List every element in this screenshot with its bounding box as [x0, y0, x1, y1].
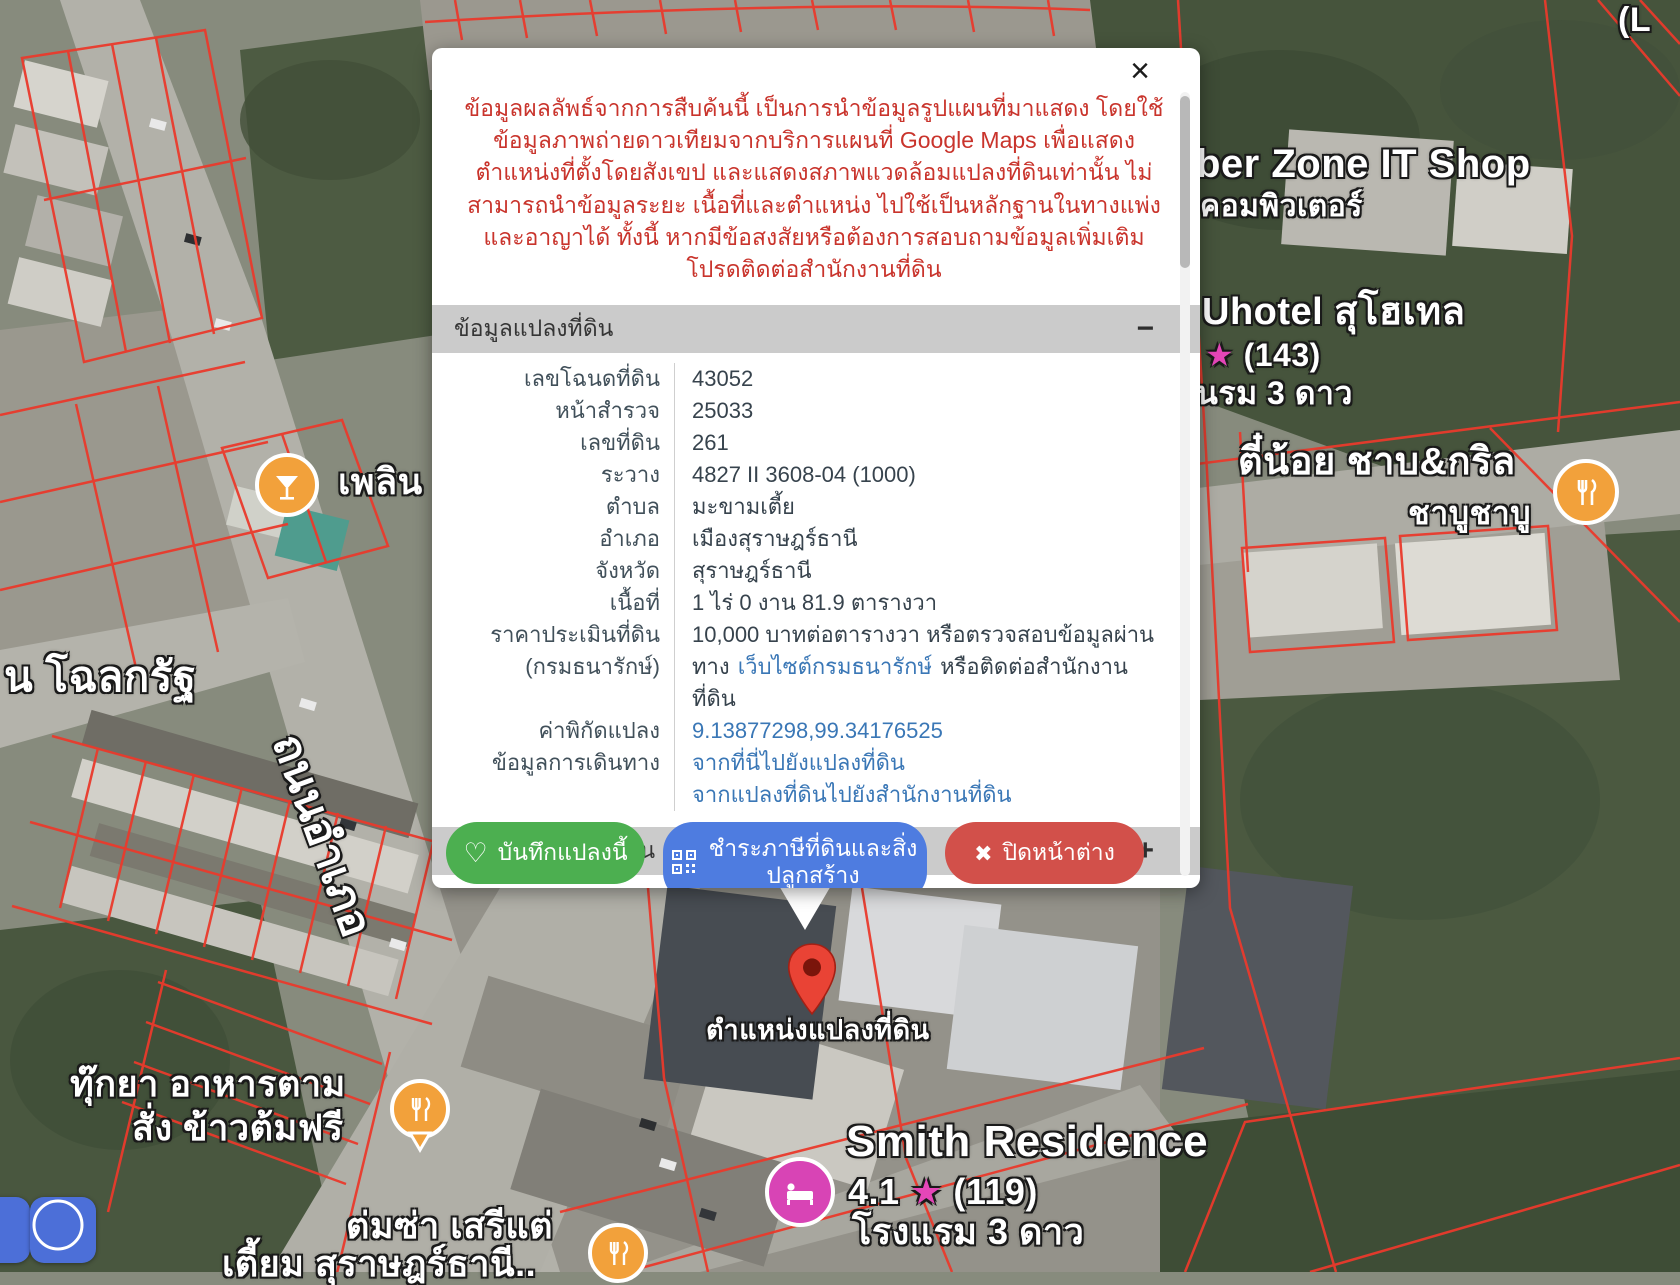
treasury-website-link[interactable]: เว็บไซต์กรมธนารักษ์	[738, 654, 932, 679]
table-row: ค่าพิกัดแปลง 9.13877298,99.34176525	[432, 715, 1156, 747]
table-row: ตำบล มะขามเตี้ย	[432, 491, 1156, 523]
field-value: 10,000 บาทต่อตารางวา หรือตรวจสอบข้อมูลผ่…	[674, 619, 1156, 715]
field-label: อำเภอ	[432, 523, 674, 555]
qr-code-icon	[671, 849, 697, 875]
map-label-chonlokrat-road: น โฉลกรัฐ	[4, 654, 196, 700]
directions-to-land-office-link[interactable]: จากแปลงที่ดินไปยังสำนักงานที่ดิน	[692, 779, 1156, 811]
map-label-smith-rating: 4.1 ★ (119)	[848, 1172, 1038, 1212]
modal-callout-tail	[778, 884, 832, 930]
parcel-info-modal: × ข้อมูลผลลัพธ์จากการสืบค้นนี้ เป็นการนำ…	[432, 48, 1200, 888]
table-row: จังหวัด สุราษฎร์ธานี	[432, 555, 1156, 587]
map-label-corner: (L	[1618, 2, 1651, 39]
close-icon[interactable]: ×	[1130, 54, 1150, 88]
map-label-tinoi-sub: ชาบูชาบู	[1408, 496, 1531, 531]
heart-icon: ♡	[463, 840, 487, 867]
star-icon: ★	[1205, 337, 1234, 373]
minus-icon[interactable]: −	[1136, 312, 1154, 346]
map-label-tukya-line2: สั่ง ข้าวต้มฟรี	[132, 1108, 344, 1148]
map-label-phloen: เพลิน	[338, 462, 423, 502]
field-label: เลขโฉนดที่ดิน	[432, 363, 674, 395]
section-header-parcel-info[interactable]: ข้อมูลแปลงที่ดิน −	[432, 305, 1200, 353]
table-row: หน้าสำรวจ 25033	[432, 395, 1156, 427]
map-label-parcel-position: ตำแหน่งแปลงที่ดิน	[706, 1016, 930, 1046]
pay-tax-button[interactable]: ชำระภาษีที่ดินและสิ่งปลูกสร้าง	[663, 822, 927, 888]
map-label-tinoi: ตี๋น้อย ชาบ&กริล	[1238, 442, 1516, 484]
map-label-cyber-zone-sub: คอมพิวเตอร์	[1200, 190, 1363, 223]
field-value: จากที่นี่ไปยังแปลงที่ดิน จากแปลงที่ดินไป…	[674, 747, 1156, 811]
measure-tool-button[interactable]	[0, 1197, 30, 1263]
field-value: เมืองสุราษฎร์ธานี	[674, 523, 1156, 555]
map-label-tomcha-line1: ต่มซ่า เสรีแต่	[346, 1206, 553, 1246]
table-row: เลขที่ดิน 261	[432, 427, 1156, 459]
parcel-detail-table: เลขโฉนดที่ดิน 43052 หน้าสำรวจ 25033 เลขท…	[432, 353, 1200, 811]
field-value: 1 ไร่ 0 งาน 81.9 ตารางวา	[674, 587, 1156, 619]
field-label: ราคาประเมินที่ดิน (กรมธนารักษ์)	[432, 619, 674, 715]
field-value: 4827 II 3608-04 (1000)	[674, 459, 1156, 491]
map-label-smith-type: โรงแรม 3 ดาว	[852, 1212, 1084, 1252]
map-label-uhotel-type: นรม 3 ดาว	[1196, 376, 1353, 411]
field-label: เนื้อที่	[432, 587, 674, 619]
field-label: จังหวัด	[432, 555, 674, 587]
directions-to-parcel-link[interactable]: จากที่นี่ไปยังแปลงที่ดิน	[692, 747, 1156, 779]
field-value: มะขามเตี้ย	[674, 491, 1156, 523]
location-pin-icon	[789, 944, 836, 1014]
field-label: เลขที่ดิน	[432, 427, 674, 459]
table-row: เลขโฉนดที่ดิน 43052	[432, 363, 1156, 395]
close-x-icon: ✖	[974, 840, 992, 867]
table-row: ราคาประเมินที่ดิน (กรมธนารักษ์) 10,000 บ…	[432, 619, 1156, 715]
field-value: 43052	[674, 363, 1156, 395]
section-title: ข้อมูลแปลงที่ดิน	[454, 311, 613, 347]
close-window-button[interactable]: ✖ ปิดหน้าต่าง	[945, 822, 1144, 884]
scrollbar-thumb[interactable]	[1180, 96, 1190, 268]
map-label-cyber-zone: ber Zone IT Shop	[1196, 142, 1531, 186]
map-label-uhotel: Uhotel สุโฮเทล	[1202, 292, 1465, 334]
field-label: ค่าพิกัดแปลง	[432, 715, 674, 747]
field-label: ตำบล	[432, 491, 674, 523]
table-row: อำเภอ เมืองสุราษฎร์ธานี	[432, 523, 1156, 555]
coordinates-link[interactable]: 9.13877298,99.34176525	[692, 718, 943, 743]
disclaimer-text: ข้อมูลผลลัพธ์จากการสืบค้นนี้ เป็นการนำข้…	[458, 92, 1170, 285]
circle-tool-icon	[30, 1197, 86, 1253]
field-value: 261	[674, 427, 1156, 459]
table-row: ข้อมูลการเดินทาง จากที่นี่ไปยังแปลงที่ดิ…	[432, 747, 1156, 811]
table-row: ระวาง 4827 II 3608-04 (1000)	[432, 459, 1156, 491]
modal-scrollbar[interactable]	[1180, 92, 1190, 876]
map-label-tukya-line1: ทุ๊กยา อาหารตาม	[70, 1064, 346, 1104]
measure-icon	[0, 1197, 4, 1237]
save-parcel-button[interactable]: ♡ บันทึกแปลงนี้	[446, 822, 645, 884]
map-label-smith: Smith Residence	[846, 1118, 1208, 1166]
field-value: 25033	[674, 395, 1156, 427]
map-label-tomcha-line2: เตี้ยม สุราษฎร์ธานี..	[222, 1244, 536, 1284]
field-label: ระวาง	[432, 459, 674, 491]
modal-action-buttons: ♡ บันทึกแปลงนี้ ชำระภาษีที่ดินและสิ่งปลู…	[446, 822, 1144, 888]
star-icon: ★	[910, 1171, 943, 1212]
field-value: 9.13877298,99.34176525	[674, 715, 1156, 747]
field-value: สุราษฎร์ธานี	[674, 555, 1156, 587]
field-label: ข้อมูลการเดินทาง	[432, 747, 674, 811]
circle-tool-button[interactable]	[30, 1197, 96, 1263]
map-label-uhotel-rating: ★ (143)	[1205, 338, 1321, 373]
table-row: เนื้อที่ 1 ไร่ 0 งาน 81.9 ตารางวา	[432, 587, 1156, 619]
field-label: หน้าสำรวจ	[432, 395, 674, 427]
